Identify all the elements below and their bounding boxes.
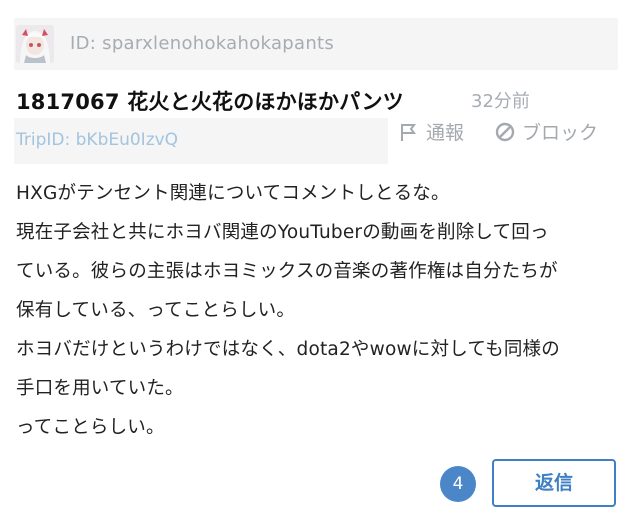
- body-line: ってことらしい。: [16, 417, 165, 438]
- user-id: ID: sparxlenohokahokapants: [70, 33, 335, 54]
- body-line: 保有している、ってことらしい。: [16, 300, 296, 321]
- report-label: 通報: [426, 122, 465, 144]
- user-id-bar: ID: sparxlenohokahokapants: [14, 18, 618, 70]
- body-line: ている。彼らの主張はホヨミックスの音楽の著作権は自分たちが: [16, 261, 558, 282]
- reply-count-badge[interactable]: 4: [440, 466, 476, 502]
- body-line: 手口を用いていた。: [16, 378, 184, 399]
- post-title: 1817067 花火と火花のほかほかパンツ: [16, 90, 404, 114]
- block-button[interactable]: ブロック: [494, 118, 598, 145]
- post-header: 1817067 花火と火花のほかほかパンツ 32分前: [16, 86, 620, 116]
- reply-button[interactable]: 返信: [492, 459, 616, 507]
- trip-id: TripID: bKbEu0IzvQ: [16, 130, 179, 150]
- flag-icon: [398, 121, 420, 143]
- post-time: 32分前: [471, 91, 530, 112]
- body-line: ホヨバだけというわけではなく、dota2やwowに対しても同様の: [16, 339, 560, 360]
- body-line: HXGがテンセント関連についてコメントしとるな。: [16, 183, 450, 204]
- report-button[interactable]: 通報: [398, 118, 464, 145]
- body-line: 現在子会社と共にホヨバ関連のYouTuberの動画を削除して回っ: [16, 222, 549, 243]
- block-label: ブロック: [522, 122, 599, 144]
- post-body: HXGがテンセント関連についてコメントしとるな。 現在子会社と共にホヨバ関連のY…: [16, 174, 622, 447]
- avatar[interactable]: [16, 25, 54, 63]
- trip-id-bar: TripID: bKbEu0IzvQ: [14, 118, 388, 164]
- block-icon: [494, 121, 516, 143]
